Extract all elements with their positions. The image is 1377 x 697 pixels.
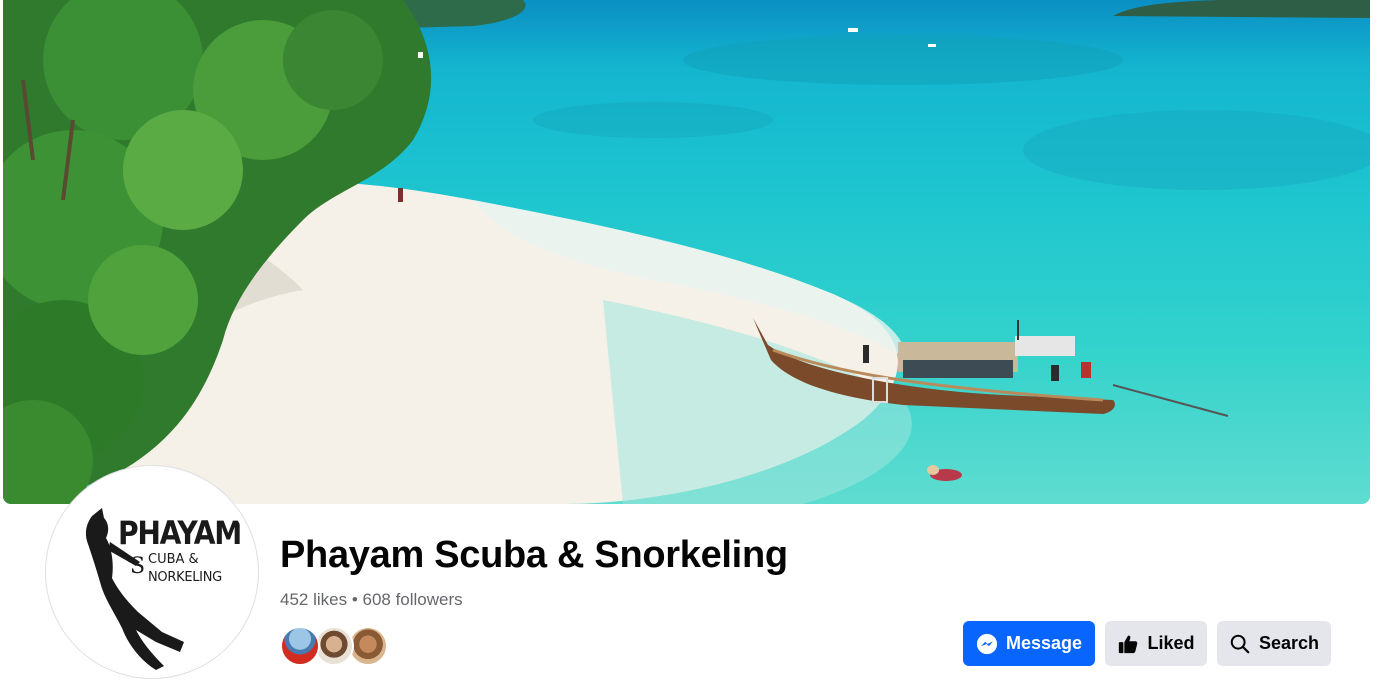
- search-button-label: Search: [1258, 633, 1320, 653]
- follower-avatar[interactable]: [314, 626, 354, 666]
- page-logo: PHAYAM S CUBA & NORKELING: [52, 472, 252, 672]
- follower-avatar[interactable]: [348, 626, 388, 666]
- follower-avatar[interactable]: [280, 626, 320, 666]
- liked-button-label: Liked: [1147, 633, 1195, 653]
- logo-title: PHAYAM: [118, 514, 242, 552]
- logo-subtitle-1: CUBA &: [148, 552, 199, 567]
- thumbs-up-icon: [1119, 635, 1138, 653]
- page-title: Phayam Scuba & Snorkeling: [280, 534, 788, 576]
- logo-initial: S: [130, 554, 146, 579]
- search-icon: [1230, 634, 1250, 653]
- message-button[interactable]: Message: [963, 621, 1095, 666]
- follower-faces[interactable]: [280, 626, 400, 666]
- cover-photo[interactable]: [3, 0, 1370, 504]
- liked-button[interactable]: Liked: [1105, 621, 1207, 666]
- messenger-icon: [976, 633, 998, 654]
- cover-image: [3, 0, 1370, 504]
- page-profile-picture[interactable]: PHAYAM S CUBA & NORKELING: [46, 466, 258, 678]
- logo-subtitle-2: NORKELING: [148, 570, 222, 585]
- search-button[interactable]: Search: [1217, 621, 1331, 666]
- page-stats[interactable]: 452 likes • 608 followers: [280, 590, 463, 610]
- message-button-label: Message: [1005, 633, 1083, 653]
